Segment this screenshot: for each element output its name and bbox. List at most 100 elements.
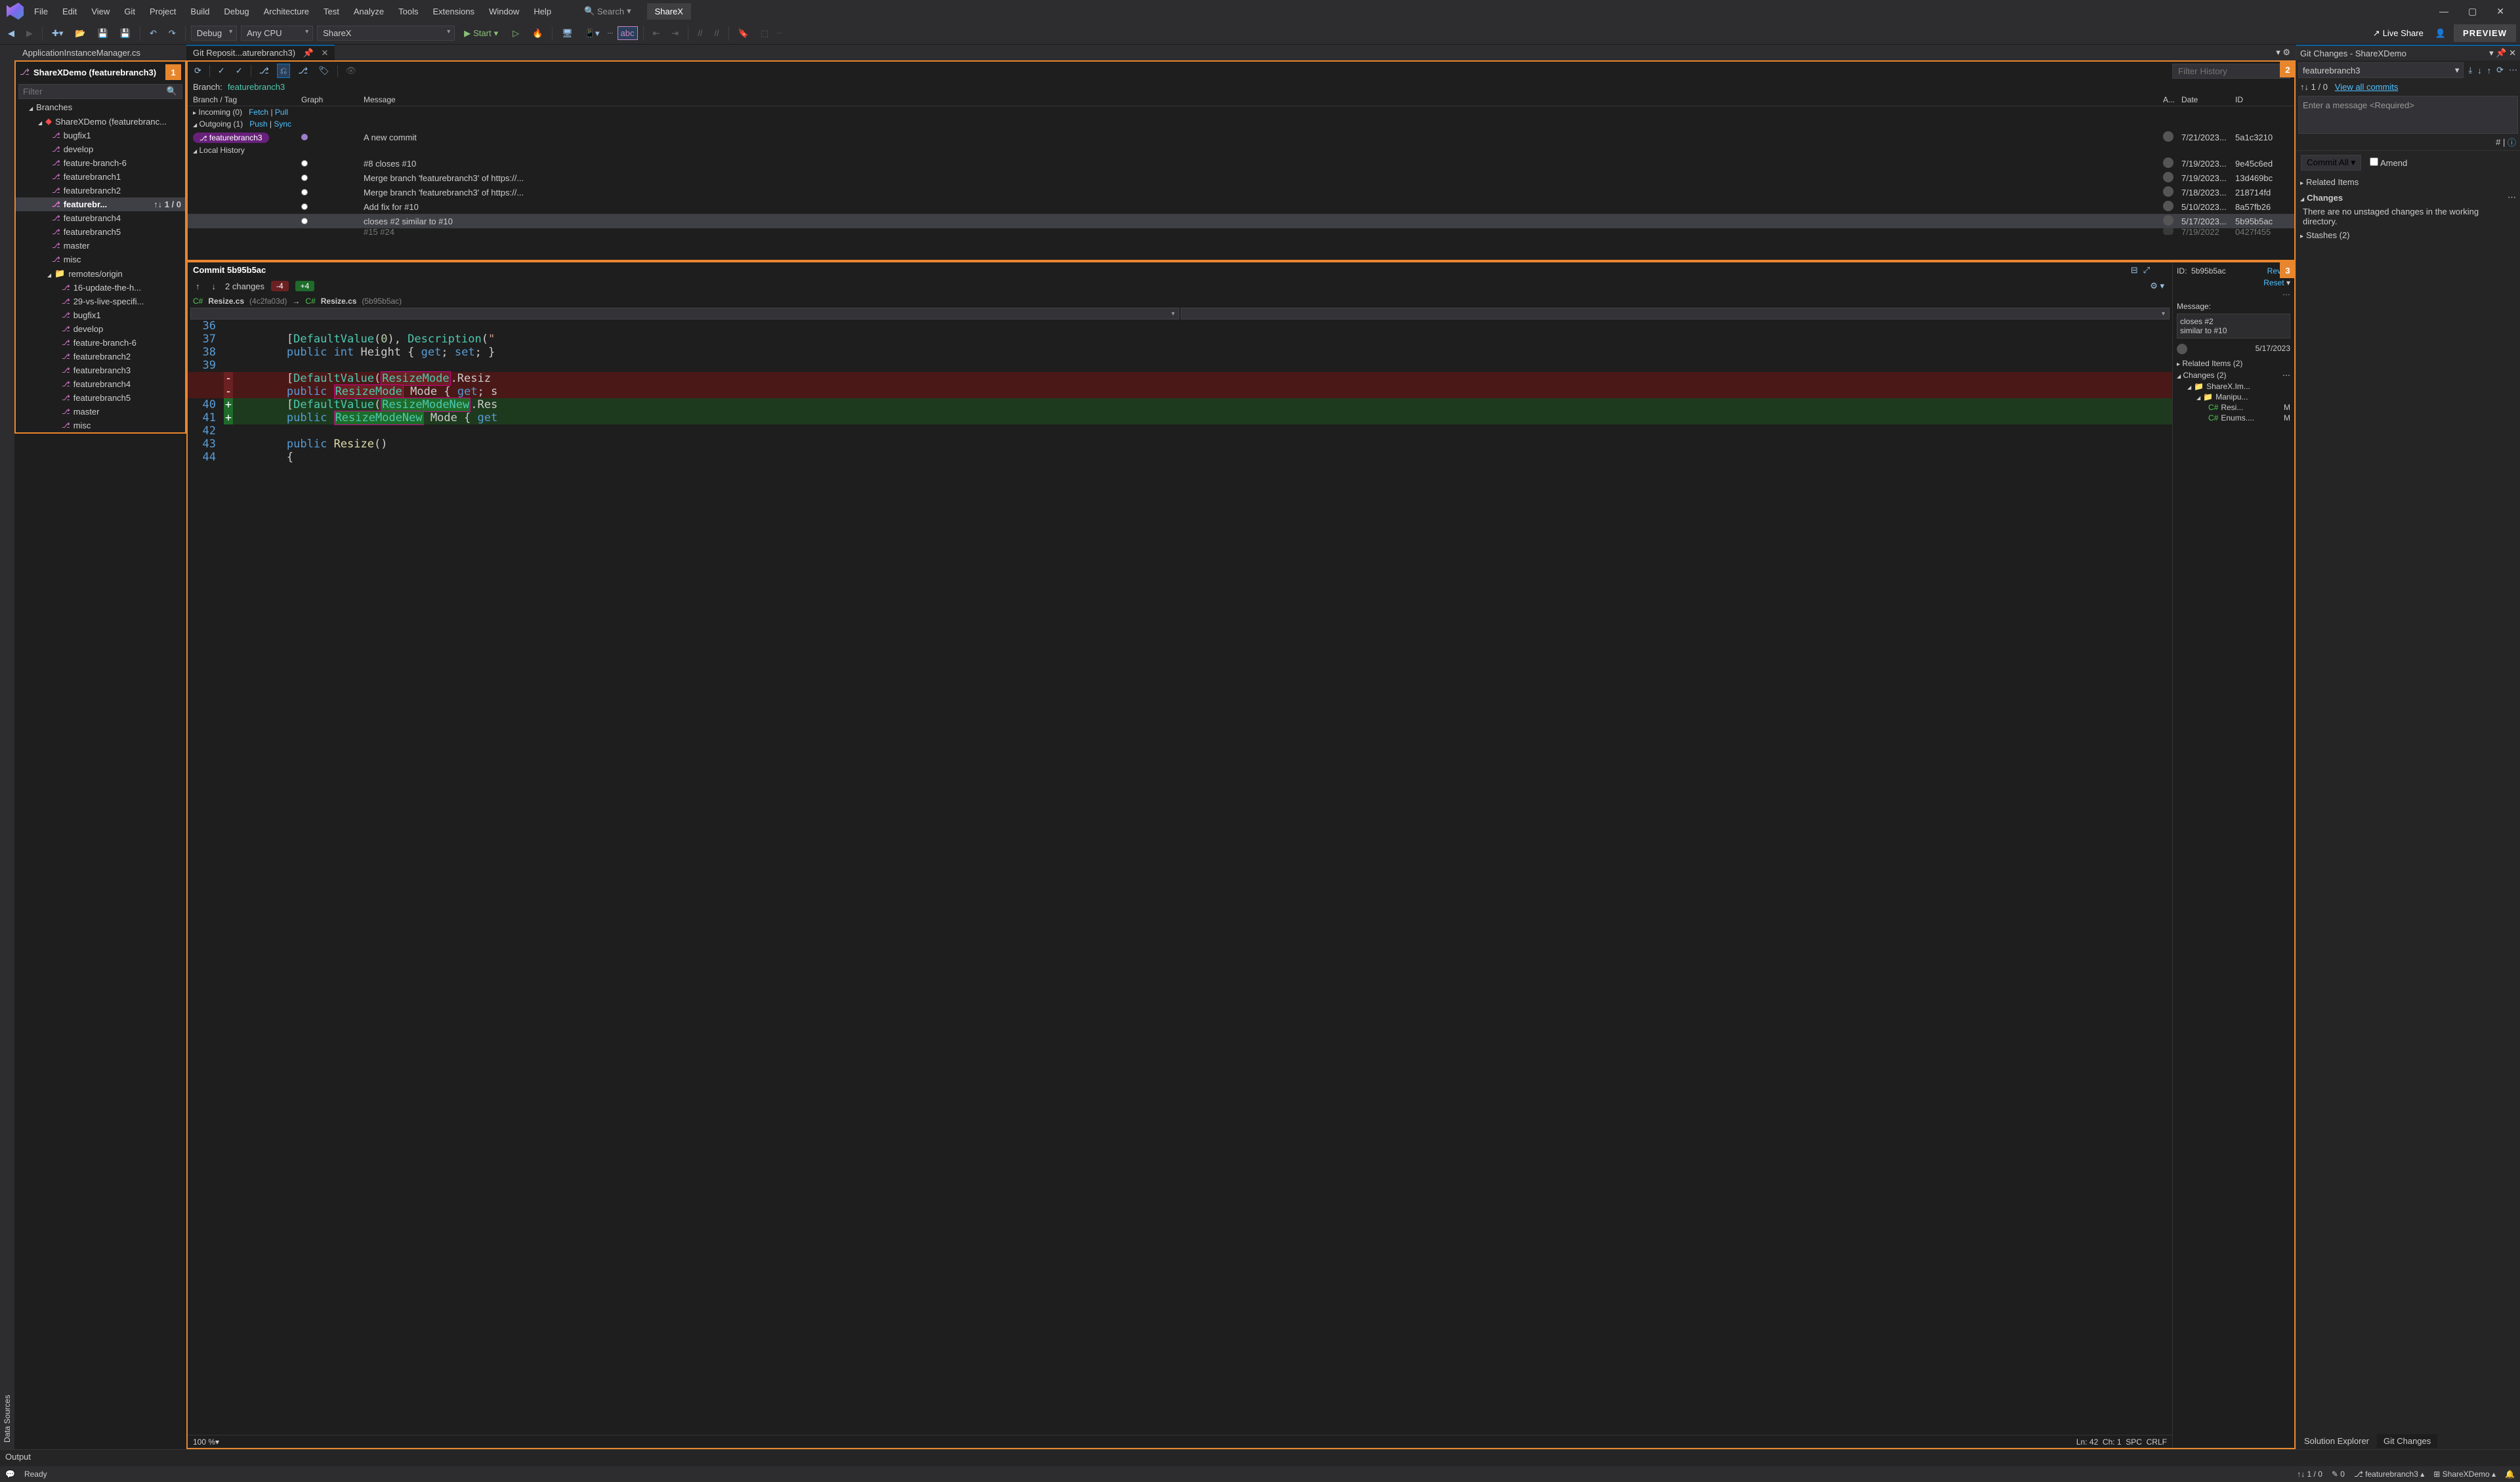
menu-test[interactable]: Test (317, 3, 346, 20)
more-icon[interactable]: ⋯ (2506, 64, 2520, 77)
account-icon[interactable]: 👤 (2431, 26, 2450, 41)
file-node[interactable]: C# Enums.... M (2177, 413, 2290, 423)
startup-project-dropdown[interactable]: ShareX (317, 26, 455, 41)
more-icon[interactable]: ⋯ (2177, 289, 2290, 300)
status-repo[interactable]: ⊞ ShareXDemo ▴ (2433, 1470, 2496, 1479)
nav-back-icon[interactable]: ◀ (4, 26, 18, 41)
pull-icon[interactable]: ↓ (2475, 64, 2485, 77)
publish-icon[interactable]: 📱▾ (581, 26, 604, 41)
graph-mode-icon[interactable]: ⎌ (277, 64, 290, 78)
notifications-icon[interactable]: 🔔 (2505, 1470, 2515, 1479)
menu-view[interactable]: View (85, 3, 116, 20)
branch-selector[interactable]: featurebranch3▾ (2298, 62, 2464, 78)
prev-change-icon[interactable]: ↑ (193, 280, 203, 293)
col-graph[interactable]: Graph (301, 95, 364, 104)
close-icon[interactable]: ✕ (2496, 6, 2504, 17)
platform-dropdown[interactable]: Any CPU (241, 26, 313, 41)
view-all-commits-link[interactable]: View all commits (2335, 82, 2399, 92)
repo-root-node[interactable]: ◆ ShareXDemo (featurebranc... (16, 114, 185, 129)
branch-item[interactable]: 29-vs-live-specifi... (16, 295, 185, 308)
gear-icon[interactable]: ⚙ (2282, 47, 2290, 57)
minimize-icon[interactable]: — (2439, 6, 2448, 17)
menu-help[interactable]: Help (527, 3, 558, 20)
sync-link[interactable]: Sync (274, 119, 291, 129)
changes-section[interactable]: Changes ⋯ (2296, 190, 2520, 205)
branch-item[interactable]: featurebranch2 (16, 350, 185, 363)
feedback-icon[interactable]: 💬 (5, 1470, 15, 1479)
related-items-section[interactable]: Related Items (2296, 175, 2520, 190)
commit-message-input[interactable]: Enter a message <Required> (2298, 96, 2518, 134)
git-changes-tab[interactable]: Git Changes (2377, 1434, 2437, 1448)
remotes-node[interactable]: 📁 remotes/origin (16, 266, 185, 281)
current-branch[interactable]: featurebr... ↑↓ 1 / 0 (16, 197, 185, 211)
col-message[interactable]: Message (364, 95, 2163, 104)
branch-item[interactable]: feature-branch-6 (16, 156, 185, 170)
status-changes[interactable]: ✎ 0 (2332, 1470, 2345, 1479)
next-change-icon[interactable]: ↓ (209, 280, 219, 293)
branch-item[interactable]: featurebranch4 (16, 211, 185, 225)
start-button[interactable]: ▶ Start ▾ (459, 26, 503, 41)
scope-dropdown-right[interactable] (1181, 308, 2170, 319)
redo-icon[interactable]: ↷ (165, 26, 180, 41)
menu-window[interactable]: Window (482, 3, 526, 20)
reset-link[interactable]: Reset (2263, 278, 2284, 287)
global-search[interactable]: 🔍 Search ▾ (578, 4, 638, 18)
branch-item[interactable]: featurebranch3 (16, 363, 185, 377)
more-icon[interactable]: ⋯ (2508, 192, 2516, 203)
commit-row[interactable]: Merge branch 'featurebranch3' of https:/… (188, 171, 2294, 185)
fetch-link[interactable]: Fetch (249, 108, 268, 117)
branches-node[interactable]: Branches (16, 100, 185, 114)
status-branch[interactable]: ⎇ featurebranch3 ▴ (2354, 1470, 2424, 1479)
branch-item[interactable]: 16-update-the-h... (16, 281, 185, 295)
commit-row[interactable]: Merge branch 'featurebranch3' of https:/… (188, 185, 2294, 199)
menu-tools[interactable]: Tools (392, 3, 425, 20)
zoom-level[interactable]: 100 % (193, 1437, 215, 1447)
doc-tab-inactive[interactable]: ApplicationInstanceManager.cs (14, 46, 148, 60)
outgoing-commit-row[interactable]: ⎇ featurebranch3 A new commit 7/21/2023.… (188, 130, 2294, 144)
branch-item[interactable]: develop (16, 322, 185, 336)
config-dropdown[interactable]: Debug (191, 26, 237, 41)
branch-item[interactable]: featurebranch1 (16, 170, 185, 184)
local-history-section[interactable]: Local History (188, 144, 2294, 156)
pin-icon[interactable]: 📌 (303, 48, 314, 58)
filter-icon[interactable]: ✓ (215, 64, 228, 77)
open-folder-icon[interactable]: 📂 (71, 26, 89, 41)
save-all-icon[interactable]: 💾 (116, 26, 135, 41)
branch-filter-input[interactable] (18, 84, 182, 99)
menu-architecture[interactable]: Architecture (257, 3, 316, 20)
branch-item[interactable]: featurebranch4 (16, 377, 185, 391)
push-icon[interactable]: ↑ (2485, 64, 2494, 77)
maximize-icon[interactable]: ▢ (2468, 6, 2477, 17)
menu-extensions[interactable]: Extensions (426, 3, 481, 20)
data-sources-tab[interactable]: Data Sources (0, 45, 14, 1449)
branch-item[interactable]: master (16, 405, 185, 419)
menu-build[interactable]: Build (184, 3, 216, 20)
outgoing-section[interactable]: Outgoing (1) Push | Sync (188, 118, 2294, 130)
branch-item[interactable]: bugfix1 (16, 129, 185, 142)
scope-dropdown-left[interactable] (190, 308, 1179, 319)
col-author[interactable]: A... (2163, 95, 2181, 104)
file-node[interactable]: C# Resi... M (2177, 402, 2290, 413)
changes-node[interactable]: Changes (2) ⋯ (2177, 369, 2290, 381)
commit-row[interactable]: closes #2 similar to #105/17/2023...5b95… (188, 214, 2294, 228)
start-no-debug-icon[interactable]: ▷ (507, 26, 524, 41)
solution-explorer-tab[interactable]: Solution Explorer (2298, 1434, 2376, 1448)
graph-mode2-icon[interactable]: ⎇ (295, 64, 310, 77)
col-date[interactable]: Date (2181, 95, 2235, 104)
branch-link[interactable]: featurebranch3 (228, 82, 285, 92)
amend-checkbox[interactable]: Amend (2370, 157, 2407, 168)
commit-row[interactable]: Add fix for #105/10/2023...8a57fb26 (188, 199, 2294, 214)
col-branch[interactable]: Branch / Tag (193, 95, 301, 104)
diff-code-view[interactable]: 36 37 [DefaultValue(0), Description(" 38… (188, 319, 2172, 1435)
hash-icon[interactable]: # (2496, 137, 2500, 147)
folder-node[interactable]: 📁 ShareX.Im... (2177, 381, 2290, 392)
info-icon[interactable]: ⓘ (2508, 136, 2516, 148)
branch-item[interactable]: misc (16, 419, 185, 432)
filter-history-input[interactable] (2172, 64, 2290, 79)
branch-item[interactable]: develop (16, 142, 185, 156)
sync-icon[interactable]: ⟳ (2494, 64, 2506, 77)
branch-item[interactable]: featurebranch5 (16, 225, 185, 239)
menu-debug[interactable]: Debug (217, 3, 255, 20)
push-link[interactable]: Push (249, 119, 267, 129)
live-share-button[interactable]: ↗ Live Share (2369, 26, 2427, 41)
